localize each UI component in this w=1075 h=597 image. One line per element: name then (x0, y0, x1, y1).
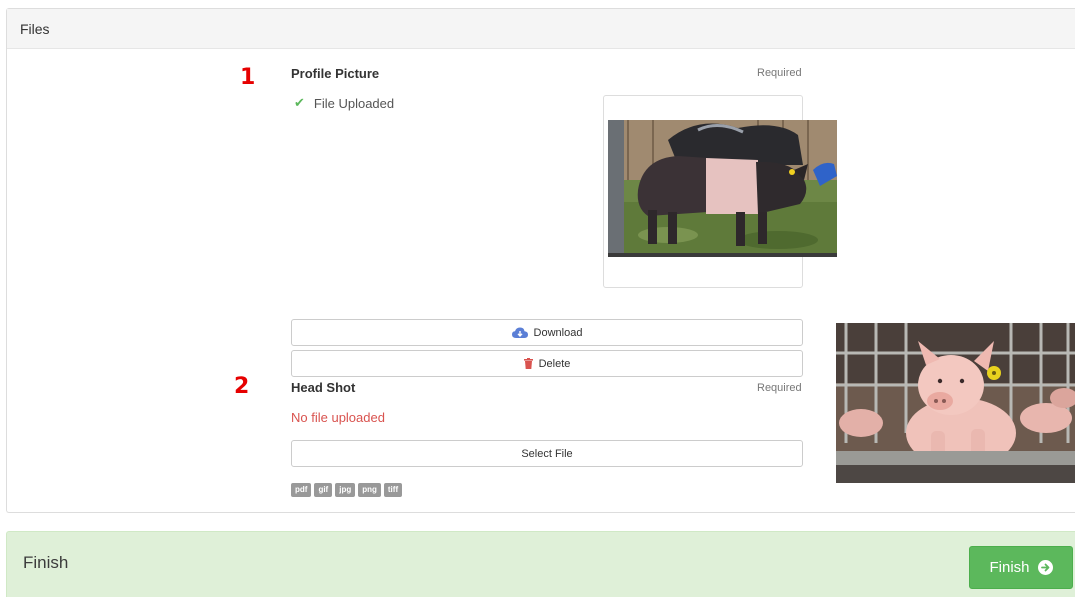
trash-icon (523, 358, 533, 369)
step-marker-1: 1 (240, 65, 256, 90)
file-type-badge: png (358, 483, 381, 497)
head-shot-status: No file uploaded (291, 410, 385, 425)
finish-panel-title: Finish (23, 553, 69, 572)
select-file-button[interactable]: Select File (291, 440, 803, 467)
profile-picture-image (608, 120, 837, 257)
download-label: Download (533, 326, 583, 339)
file-type-badge: tiff (383, 483, 403, 497)
finish-panel: Finish Finish (6, 531, 1075, 597)
piglet-photo (836, 323, 1075, 483)
files-panel-title: Files (20, 21, 50, 37)
cloud-download-icon (511, 327, 528, 339)
file-type-badge: gif (314, 483, 333, 497)
profile-picture-title: Profile Picture (291, 66, 380, 81)
delete-label: Delete (538, 357, 571, 370)
pig-photo (608, 120, 837, 257)
profile-picture-required: Required (757, 67, 802, 79)
check-icon: ✔ (294, 95, 305, 110)
arrow-circle-right-icon (1037, 560, 1053, 575)
select-file-label: Select File (521, 447, 573, 460)
finish-button[interactable]: Finish (969, 546, 1073, 589)
profile-picture-status-text: File Uploaded (313, 95, 395, 111)
head-shot-image (836, 323, 1075, 483)
head-shot-title: Head Shot (291, 380, 356, 395)
profile-picture-status: ✔ File Uploaded (291, 95, 394, 111)
head-shot-required: Required (757, 382, 802, 394)
delete-button[interactable]: Delete (291, 350, 803, 377)
allowed-file-types: pdf gif jpg png tiff (291, 483, 403, 497)
finish-button-label: Finish (989, 559, 1030, 576)
download-button[interactable]: Download (291, 319, 803, 346)
files-panel-header: Files (7, 9, 1075, 49)
file-type-badge: jpg (335, 483, 356, 497)
step-marker-2: 2 (234, 374, 250, 399)
file-type-badge: pdf (291, 483, 312, 497)
